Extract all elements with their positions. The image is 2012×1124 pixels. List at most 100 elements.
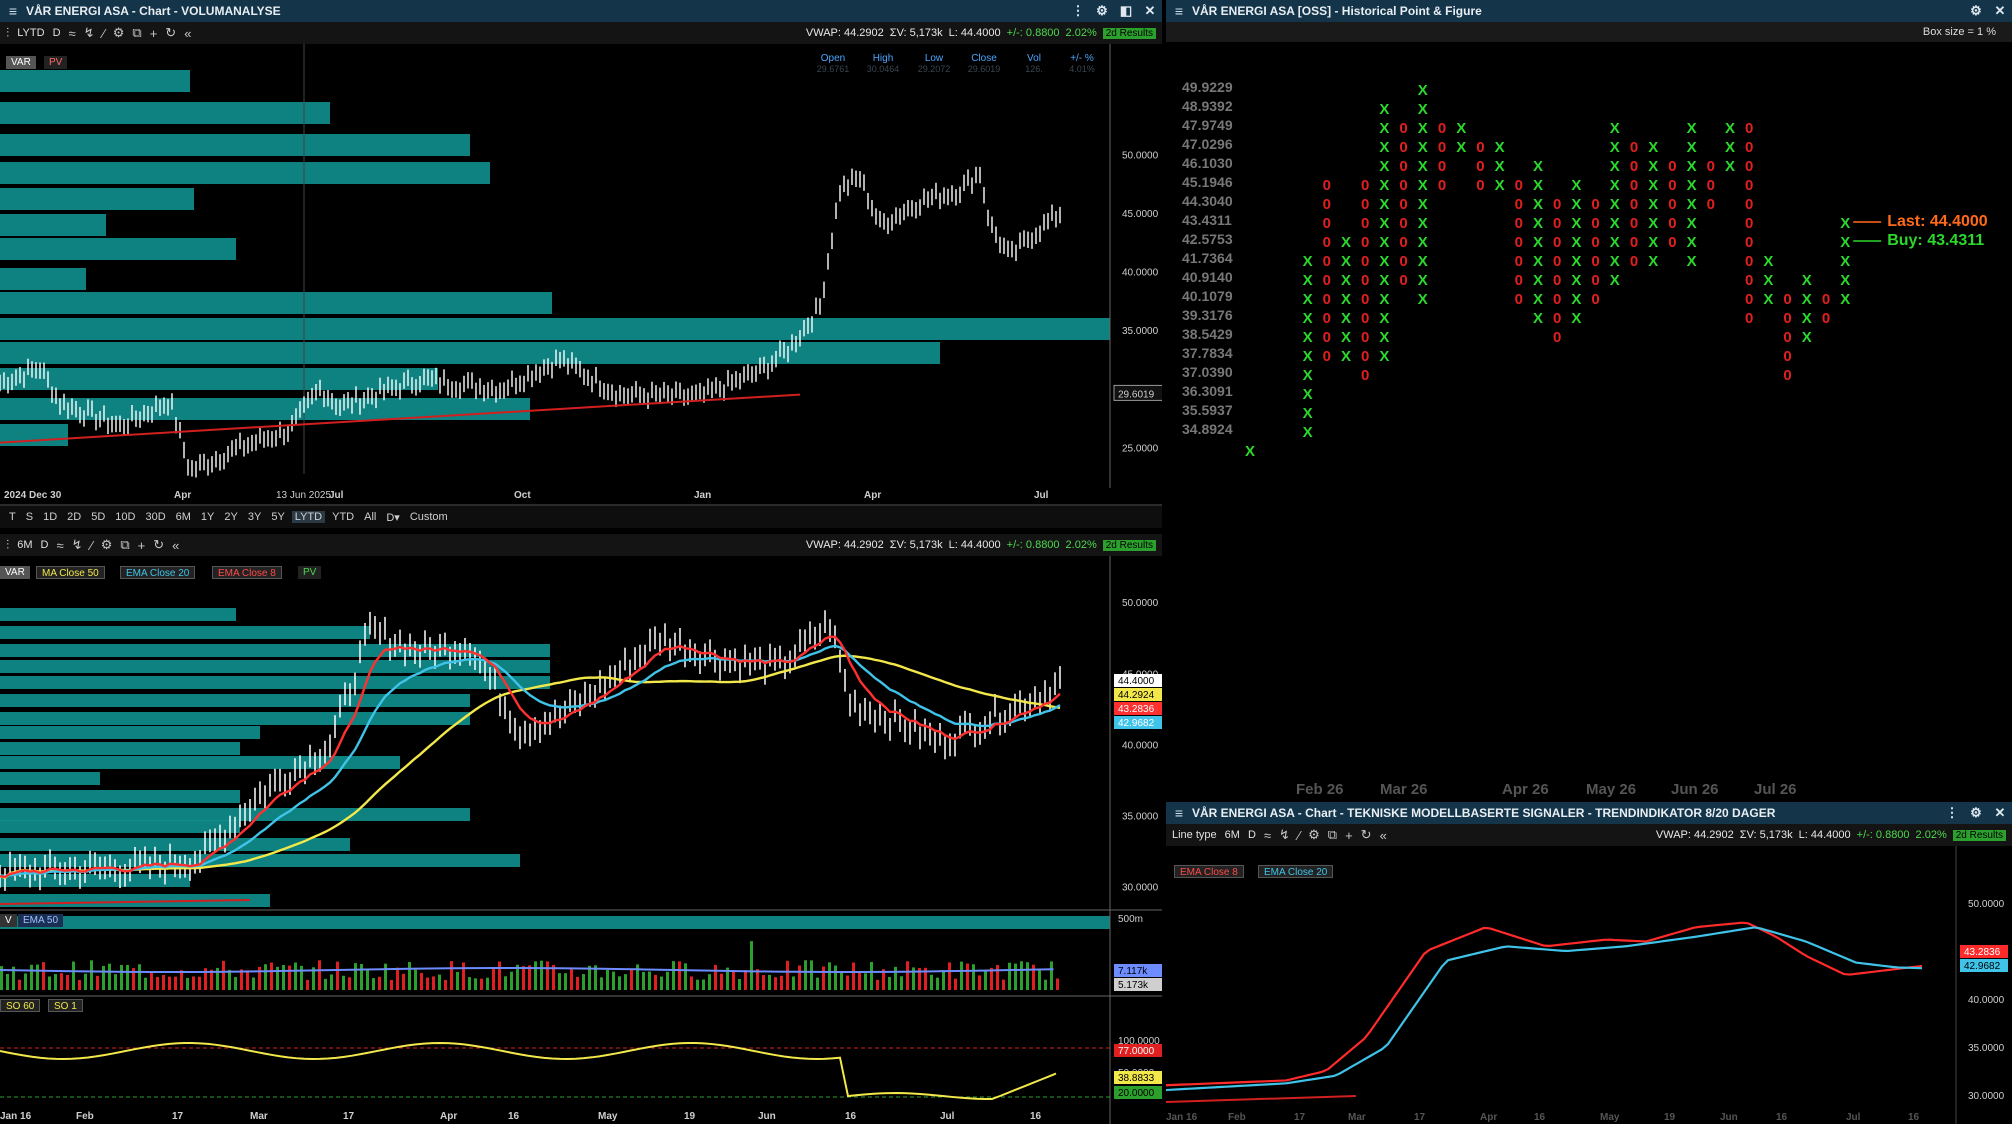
pf-x-mark: X <box>1610 120 1620 137</box>
settings-icon[interactable]: ⚙ <box>1964 3 1988 19</box>
pf-o-mark: 0 <box>1438 158 1446 175</box>
price-chart-lyt[interactable]: 50.000045.000040.000035.000030.000025.00… <box>0 44 1162 506</box>
range-button[interactable]: 1D <box>40 511 60 523</box>
price-ma-chart-6m[interactable]: 50.000045.000040.000035.000030.000044.40… <box>0 556 1162 1124</box>
range-button[interactable]: 30D <box>142 511 168 523</box>
layout-icon[interactable]: ⧉ <box>1328 827 1337 843</box>
indicator-icon[interactable]: ≈ <box>56 538 63 553</box>
collapse-icon[interactable]: « <box>1380 828 1387 843</box>
volume-ema-tag[interactable]: EMA 50 <box>18 914 64 927</box>
more-options-icon[interactable]: ⋮ <box>1066 3 1090 19</box>
range-button[interactable]: T <box>6 511 19 523</box>
refresh-icon[interactable]: ↻ <box>1361 827 1372 843</box>
trend-ema-chart[interactable]: 50.000045.000040.000035.000030.000043.28… <box>1166 846 2012 1124</box>
layout-icon[interactable]: ⧉ <box>120 537 129 553</box>
ema8-tag[interactable]: EMA Close 8 <box>212 566 282 579</box>
volume-bar <box>810 960 813 990</box>
ema20-tag[interactable]: EMA Close 20 <box>120 566 196 579</box>
so60-tag[interactable]: SO 60 <box>0 999 41 1012</box>
results-badge[interactable]: 2d Results <box>1102 539 1156 551</box>
pv-tag[interactable]: PV <box>298 566 322 579</box>
layout-icon[interactable]: ⧉ <box>132 25 141 41</box>
settings-icon[interactable]: ⚙ <box>1964 805 1988 821</box>
line-type-selector[interactable]: Line type <box>1172 829 1217 841</box>
add-icon[interactable]: + <box>1345 828 1353 843</box>
volume-tag[interactable]: V <box>0 914 17 927</box>
settings-gear-icon[interactable]: ⚙ <box>101 537 113 553</box>
range-button[interactable]: YTD <box>329 511 357 523</box>
range-selector[interactable]: 6M <box>1225 829 1240 841</box>
range-button[interactable]: Custom <box>407 511 451 523</box>
point-figure-chart[interactable]: 49.9229 48.9392 47.9749 47.0296 46.1030 45.19… <box>1166 42 2012 798</box>
study-icon[interactable]: ↯ <box>84 25 95 41</box>
settings-gear-icon[interactable]: ⚙ <box>113 25 125 41</box>
draw-line-icon[interactable]: ⁄ <box>91 538 93 553</box>
refresh-icon[interactable]: ↻ <box>153 537 164 553</box>
settings-gear-icon[interactable]: ⚙ <box>1308 827 1320 843</box>
var-tag[interactable]: VAR <box>0 566 30 579</box>
volume-bar <box>186 977 189 990</box>
draw-line-icon[interactable]: ⁄ <box>1298 828 1300 843</box>
indicator-icon[interactable]: ≈ <box>69 26 76 41</box>
add-icon[interactable]: + <box>138 538 146 553</box>
range-button[interactable]: D▾ <box>383 511 402 524</box>
range-button[interactable]: 2Y <box>221 511 240 523</box>
volume-profile-bar <box>0 214 106 236</box>
range-button[interactable]: 5Y <box>268 511 287 523</box>
study-icon[interactable]: ↯ <box>72 537 83 553</box>
close-icon[interactable]: ✕ <box>1988 805 2012 821</box>
panel-title: VÅR ENERGI ASA [OSS] - Historical Point … <box>1192 4 1482 18</box>
range-button[interactable]: 6M <box>173 511 194 523</box>
results-badge[interactable]: 2d Results <box>1102 27 1156 39</box>
study-icon[interactable]: ↯ <box>1279 827 1290 843</box>
range-button[interactable]: LYTD <box>291 511 326 523</box>
refresh-icon[interactable]: ↻ <box>165 25 176 41</box>
pf-o-mark: 0 <box>1361 215 1369 232</box>
pf-price-level: 49.9229 <box>1182 79 1233 95</box>
var-tag[interactable]: VAR <box>6 56 36 69</box>
more-options-icon[interactable]: ⋮ <box>1940 805 1964 821</box>
close-icon[interactable]: ✕ <box>1138 3 1162 19</box>
pf-x-mark: X <box>1725 139 1735 156</box>
range-button[interactable]: 2D <box>64 511 84 523</box>
interval-selector[interactable]: D <box>53 27 61 39</box>
chart-type-icon[interactable]: ⫶ <box>6 25 9 41</box>
pin-icon[interactable]: ◧ <box>1114 3 1138 19</box>
ema8-tag[interactable]: EMA Close 8 <box>1174 865 1244 878</box>
vwap-value: VWAP: 44.2902 <box>805 539 884 551</box>
range-button[interactable]: 1Y <box>198 511 217 523</box>
pf-x-mark: X <box>1303 291 1313 308</box>
range-button[interactable]: 10D <box>112 511 138 523</box>
interval-selector[interactable]: D <box>41 539 49 551</box>
add-icon[interactable]: + <box>150 26 158 41</box>
collapse-icon[interactable]: « <box>172 538 179 553</box>
settings-icon[interactable]: ⚙ <box>1090 3 1114 19</box>
interval-selector[interactable]: D <box>1248 829 1256 841</box>
hamburger-menu-icon[interactable]: ≡ <box>0 3 26 19</box>
volume-bar <box>636 964 639 990</box>
hamburger-menu-icon[interactable]: ≡ <box>1166 805 1192 821</box>
range-button[interactable]: S <box>23 511 36 523</box>
chart-type-icon[interactable]: ⫶ <box>6 537 9 553</box>
range-button[interactable]: All <box>361 511 379 523</box>
ema20-tag[interactable]: EMA Close 20 <box>1258 865 1334 878</box>
pf-o-mark: 0 <box>1361 272 1369 289</box>
collapse-icon[interactable]: « <box>184 26 191 41</box>
range-selector[interactable]: 6M <box>17 539 32 551</box>
indicator-icon[interactable]: ≈ <box>1264 828 1271 843</box>
panel-title: VÅR ENERGI ASA - Chart - VOLUMANALYSE <box>26 4 281 18</box>
pv-tag[interactable]: PV <box>44 56 68 69</box>
hamburger-menu-icon[interactable]: ≡ <box>1166 3 1192 19</box>
close-icon[interactable]: ✕ <box>1988 3 2012 19</box>
range-button[interactable]: 3Y <box>245 511 264 523</box>
pf-x-mark: X <box>1418 253 1428 270</box>
results-badge[interactable]: 2d Results <box>1952 829 2006 841</box>
pf-o-mark: 0 <box>1323 310 1331 327</box>
draw-line-icon[interactable]: ⁄ <box>103 26 105 41</box>
so1-tag[interactable]: SO 1 <box>48 999 83 1012</box>
pf-x-mark: X <box>1303 329 1313 346</box>
ma50-tag[interactable]: MA Close 50 <box>36 566 105 579</box>
pf-o-mark: 0 <box>1323 348 1331 365</box>
range-selector[interactable]: LYTD <box>17 27 44 39</box>
range-button[interactable]: 5D <box>88 511 108 523</box>
